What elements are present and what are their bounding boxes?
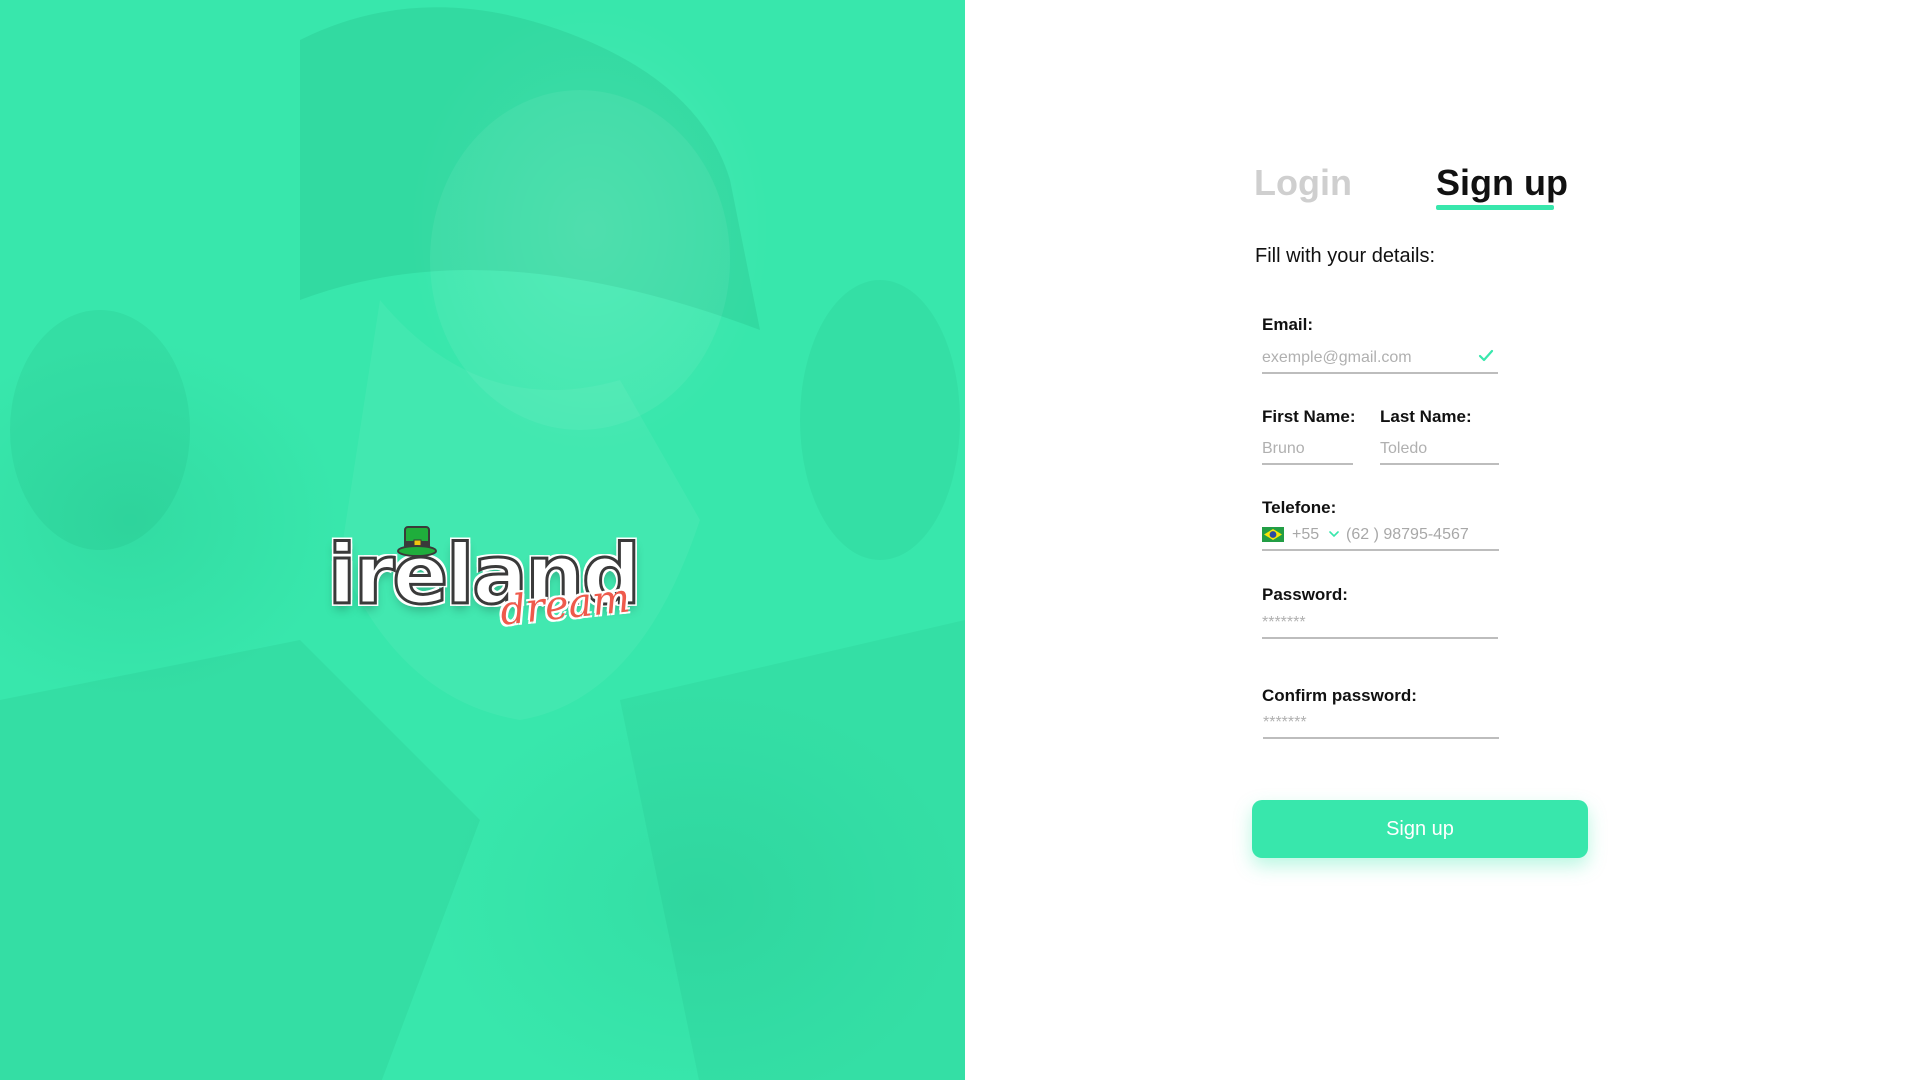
chevron-down-icon[interactable] xyxy=(1329,531,1339,538)
ireland-dream-logo: ireland dream xyxy=(327,525,642,640)
leprechaun-hat-icon xyxy=(397,526,437,557)
last-name-label: Last Name: xyxy=(1380,407,1472,426)
telefone-field[interactable] xyxy=(1342,523,1501,547)
auth-tabs: Login Sign up xyxy=(1254,160,1584,212)
last-name-field[interactable] xyxy=(1380,437,1499,465)
email-field[interactable] xyxy=(1262,346,1498,374)
sign-up-button[interactable]: Sign up xyxy=(1252,800,1588,858)
confirm-password-field[interactable] xyxy=(1263,711,1499,739)
signup-page: ireland dream Login Sign up Fill with yo… xyxy=(0,0,1920,1080)
first-name-label: First Name: xyxy=(1262,407,1356,426)
password-label: Password: xyxy=(1262,585,1348,604)
country-code-select[interactable]: +55 xyxy=(1292,526,1319,544)
tab-login[interactable]: Login xyxy=(1254,160,1352,206)
telefone-field-group: +55 xyxy=(1262,523,1501,551)
check-icon xyxy=(1478,349,1494,362)
first-name-field[interactable] xyxy=(1262,437,1353,465)
form-subtitle: Fill with your details: xyxy=(1255,245,1436,267)
password-field[interactable] xyxy=(1262,611,1498,639)
tab-signup[interactable]: Sign up xyxy=(1436,160,1568,206)
brazil-flag-icon[interactable] xyxy=(1262,527,1284,542)
active-tab-indicator xyxy=(1436,205,1554,210)
email-label: Email: xyxy=(1262,315,1314,334)
telefone-label: Telefone: xyxy=(1262,498,1337,517)
confirm-password-label: Confirm password: xyxy=(1262,686,1417,705)
hero-panel: ireland dream xyxy=(0,0,965,1080)
